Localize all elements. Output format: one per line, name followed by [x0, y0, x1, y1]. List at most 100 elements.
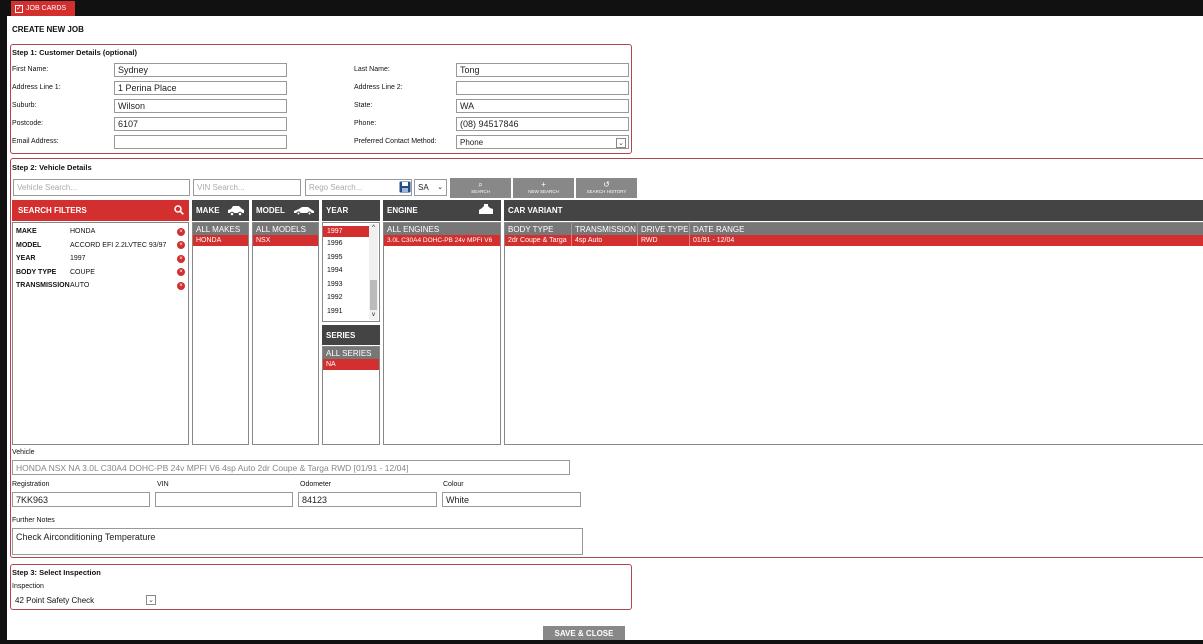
left-frame [0, 16, 7, 644]
all-series-item[interactable]: ALL SERIES [323, 347, 379, 359]
save-close-button[interactable]: SAVE & CLOSE [543, 626, 625, 640]
remove-filter-icon[interactable]: × [177, 268, 185, 277]
first-name-label: First Name: [12, 66, 49, 73]
search-filters-header: SEARCH FILTERS [12, 200, 189, 221]
save-icon[interactable] [399, 181, 411, 193]
address2-field[interactable] [456, 81, 629, 95]
search-filters-title: SEARCH FILTERS [18, 206, 87, 215]
inspection-select[interactable]: 42 Point Safety Check ⌄ [12, 593, 158, 607]
all-makes-item[interactable]: ALL MAKES [193, 223, 248, 235]
engine-icon [477, 204, 495, 216]
step3-title: Step 3: Select Inspection [12, 568, 101, 577]
table-cell: 4sp Auto [572, 235, 638, 246]
series-header: SERIES [322, 325, 380, 345]
sports-car-icon [293, 206, 315, 215]
tab-job-cards[interactable]: ✓ JOB CARDS [11, 1, 75, 16]
first-name-field[interactable]: Sydney [114, 63, 287, 77]
engine-list: ALL ENGINES 3.0L C30A4 DOHC-PB 24v MPFI … [383, 222, 501, 445]
year-scrollbar[interactable]: ^ v [369, 224, 378, 320]
vehicle-field[interactable]: HONDA NSX NA 3.0L C30A4 DOHC-PB 24v MPFI… [12, 460, 570, 475]
year-header: YEAR [322, 200, 380, 221]
car-variant-header: CAR VARIANT [504, 200, 1203, 221]
engine-title: ENGINE [387, 206, 418, 215]
scroll-up-icon[interactable]: ^ [369, 224, 378, 233]
scrollbar-thumb[interactable] [370, 280, 377, 310]
further-notes-label: Further Notes [12, 517, 55, 524]
checkbox-icon: ✓ [15, 4, 23, 13]
postcode-field[interactable]: 6107 [114, 117, 287, 131]
search-button-label: SEARCH [471, 188, 490, 194]
vin-search-input[interactable]: VIN Search... [193, 179, 301, 196]
new-search-button-label: NEW SEARCH [528, 188, 559, 194]
state-search-value: SA [418, 183, 429, 192]
email-field[interactable] [114, 135, 287, 149]
last-name-label: Last Name: [354, 66, 390, 73]
year-item-selected[interactable]: 1997 [323, 226, 369, 237]
year-item[interactable]: 1996 [323, 237, 369, 251]
step2-title: Step 2: Vehicle Details [12, 163, 92, 172]
colour-field[interactable]: White [442, 492, 581, 507]
rego-search-placeholder: Rego Search... [309, 183, 363, 192]
all-models-item[interactable]: ALL MODELS [253, 223, 318, 235]
state-search-select[interactable]: SA ⌄ [414, 179, 447, 196]
car-variant-table: BODY TYPE TRANSMISSION DRIVE TYPE DATE R… [504, 222, 1203, 445]
registration-label: Registration [12, 481, 50, 488]
scroll-down-icon[interactable]: v [369, 311, 378, 320]
vin-field[interactable] [155, 492, 293, 507]
vehicle-search-placeholder: Vehicle Search... [17, 183, 78, 192]
inspection-label: Inspection [12, 583, 44, 590]
table-cell: RWD [638, 235, 690, 246]
postcode-label: Postcode: [12, 120, 44, 127]
registration-field[interactable]: 7KK963 [12, 492, 150, 507]
search-filters-panel: MAKE HONDA × MODEL ACCORD EFI 2.2LVTEC 93/9… [12, 222, 189, 445]
address1-label: Address Line 1: [12, 84, 61, 91]
last-name-field[interactable]: Tong [456, 63, 629, 77]
phone-field[interactable]: (08) 94517846 [456, 117, 629, 131]
contact-method-select[interactable]: Phone ⌄ [456, 135, 629, 149]
make-item-selected[interactable]: HONDA [193, 235, 248, 246]
search-icon [174, 205, 184, 215]
vehicle-search-input[interactable]: Vehicle Search... [13, 179, 190, 196]
series-title: SERIES [326, 330, 356, 340]
all-engines-item[interactable]: ALL ENGINES [384, 223, 500, 235]
series-item-selected[interactable]: NA [323, 359, 379, 370]
remove-filter-icon[interactable]: × [177, 241, 185, 250]
suburb-field[interactable]: Wilson [114, 99, 287, 113]
table-row[interactable]: 2dr Coupe & Targa 4sp Auto RWD 01/91 - 1… [505, 235, 1203, 246]
odometer-field[interactable]: 84123 [298, 492, 437, 507]
search-button[interactable]: ⌕ SEARCH [450, 178, 511, 198]
step1-title: Step 1: Customer Details (optional) [12, 48, 138, 57]
search-history-button[interactable]: ↺ SEARCH HISTORY [576, 178, 637, 198]
new-search-button[interactable]: + NEW SEARCH [513, 178, 574, 198]
chevron-down-icon[interactable]: ⌄ [616, 138, 626, 148]
further-notes-field[interactable]: Check Airconditioning Temperature [12, 528, 583, 555]
year-item[interactable]: 1991 [323, 305, 369, 319]
chevron-down-icon: ⌄ [437, 184, 443, 191]
year-item[interactable]: 1995 [323, 251, 369, 265]
filter-list: MAKE HONDA × MODEL ACCORD EFI 2.2LVTEC 93/9… [13, 223, 188, 293]
search-history-button-label: SEARCH HISTORY [586, 188, 627, 194]
car-icon [227, 205, 245, 216]
bottom-frame [0, 640, 1203, 644]
year-items: 1997 1996 1995 1994 1993 1992 1991 [323, 226, 369, 318]
year-item[interactable]: 1993 [323, 278, 369, 292]
filter-row: MODEL ACCORD EFI 2.2LVTEC 93/97 × [13, 239, 188, 253]
remove-filter-icon[interactable]: × [177, 227, 185, 236]
filter-row: TRANSMISSION AUTO × [13, 279, 188, 293]
remove-filter-icon[interactable]: × [177, 281, 185, 290]
model-list: ALL MODELS NSX [252, 222, 319, 445]
vehicle-label: Vehicle [12, 449, 35, 456]
year-item[interactable]: 1992 [323, 291, 369, 305]
rego-search-input[interactable]: Rego Search... [305, 179, 412, 196]
engine-item-selected[interactable]: 3.0L C30A4 DOHC-PB 24v MPFI V6 [384, 235, 500, 246]
address1-field[interactable]: 1 Perina Place [114, 81, 287, 95]
year-item[interactable]: 1994 [323, 264, 369, 278]
contact-method-label: Preferred Contact Method: [354, 138, 437, 145]
model-item-selected[interactable]: NSX [253, 235, 318, 246]
filter-row: MAKE HONDA × [13, 225, 188, 239]
column-header: BODY TYPE [505, 223, 572, 235]
chevron-down-icon[interactable]: ⌄ [146, 595, 156, 605]
remove-filter-icon[interactable]: × [177, 254, 185, 263]
filter-row: YEAR 1997 × [13, 252, 188, 266]
state-field[interactable]: WA [456, 99, 629, 113]
